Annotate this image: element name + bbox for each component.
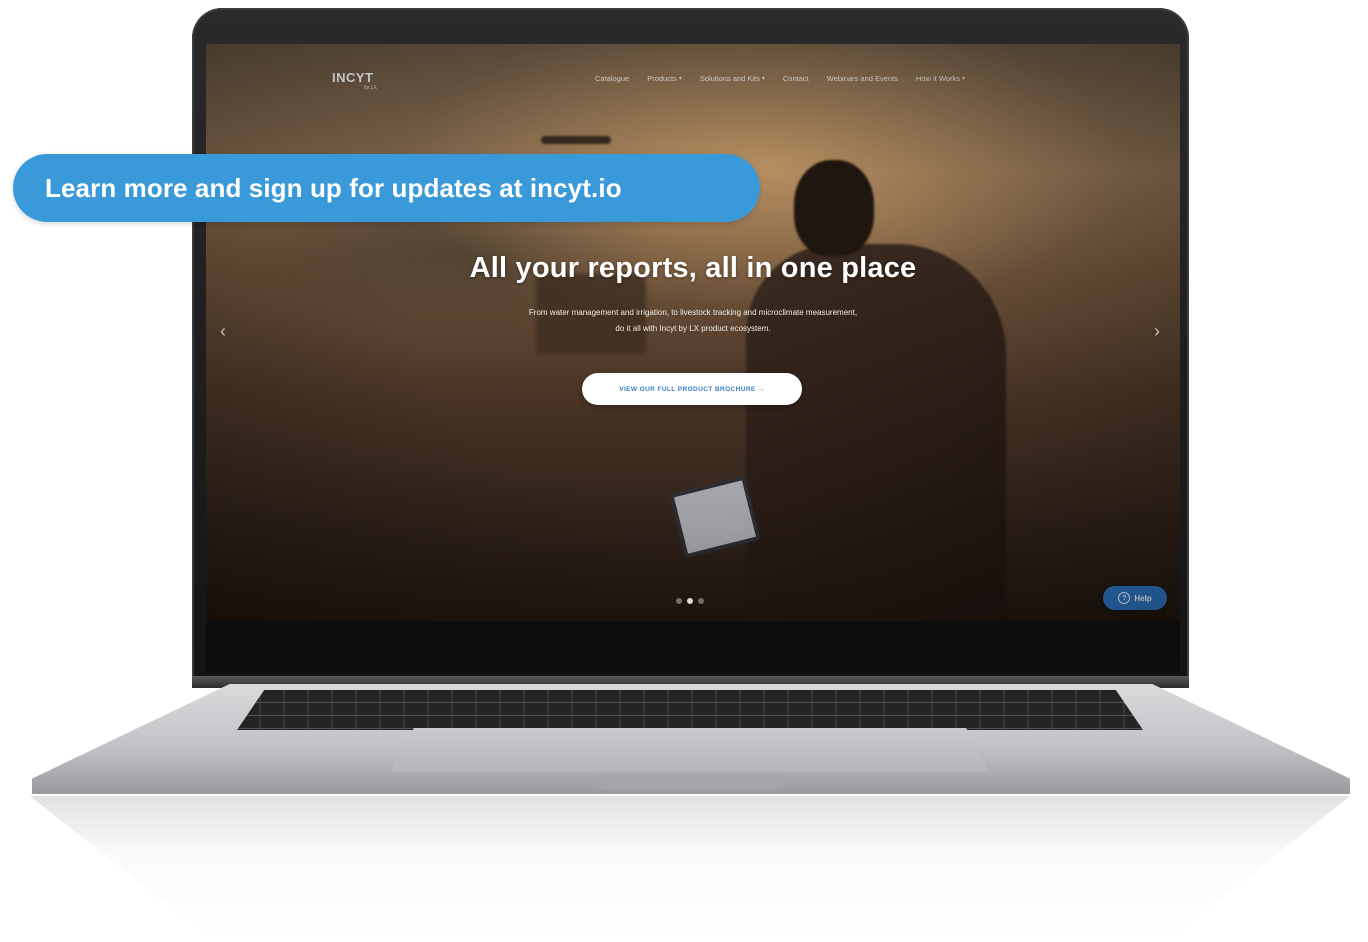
drone-silhouette <box>541 136 611 144</box>
question-icon: ? <box>1118 592 1131 604</box>
chevron-down-icon: ▾ <box>961 76 965 82</box>
carousel-prev-icon[interactable]: ‹ <box>220 321 226 342</box>
help-label: Help <box>1134 593 1152 603</box>
signup-callout[interactable]: Learn more and sign up for updates at in… <box>13 154 760 222</box>
nav-item-catalogue[interactable]: Catalogue <box>595 74 629 83</box>
chevron-down-icon: ▾ <box>678 76 682 82</box>
help-button[interactable]: ? Help <box>1103 586 1167 610</box>
site-logo-sub: by LX <box>364 85 377 91</box>
farmer-head <box>794 160 874 256</box>
nav-item-contact[interactable]: Contact <box>783 74 809 83</box>
laptop-reflection <box>30 796 1350 942</box>
laptop-notch <box>596 775 784 789</box>
carousel-next-icon[interactable]: › <box>1154 321 1160 342</box>
carousel-dot-3[interactable] <box>698 598 704 604</box>
carousel-dots <box>676 598 704 604</box>
brochure-cta-button[interactable]: VIEW OUR FULL PRODUCT BROCHURE → <box>582 373 802 405</box>
nav-item-how-it-works[interactable]: How it Works ▾ <box>916 74 965 83</box>
carousel-dot-2[interactable] <box>687 598 693 604</box>
nav-item-webinars[interactable]: Webinars and Events <box>827 74 898 83</box>
laptop-trackpad <box>390 728 990 772</box>
hero-subtitle: From water management and irrigation, to… <box>528 308 858 333</box>
nav-item-products[interactable]: Products ▾ <box>647 74 682 83</box>
nav-item-solutions[interactable]: Solutions and Kits ▾ <box>700 74 765 83</box>
site-logo[interactable]: INCYT <box>332 70 374 85</box>
main-nav: Catalogue Products ▾ Solutions and Kits … <box>595 74 965 83</box>
chevron-down-icon: ▾ <box>761 76 765 82</box>
farmer-silhouette <box>746 244 1006 621</box>
hero-title: All your reports, all in one place <box>469 252 917 284</box>
laptop-keyboard <box>237 690 1143 730</box>
carousel-dot-1[interactable] <box>676 598 682 604</box>
screen-bezel <box>206 621 1180 673</box>
website-screen: INCYT by LX Catalogue Products ▾ Solutio… <box>206 44 1180 621</box>
